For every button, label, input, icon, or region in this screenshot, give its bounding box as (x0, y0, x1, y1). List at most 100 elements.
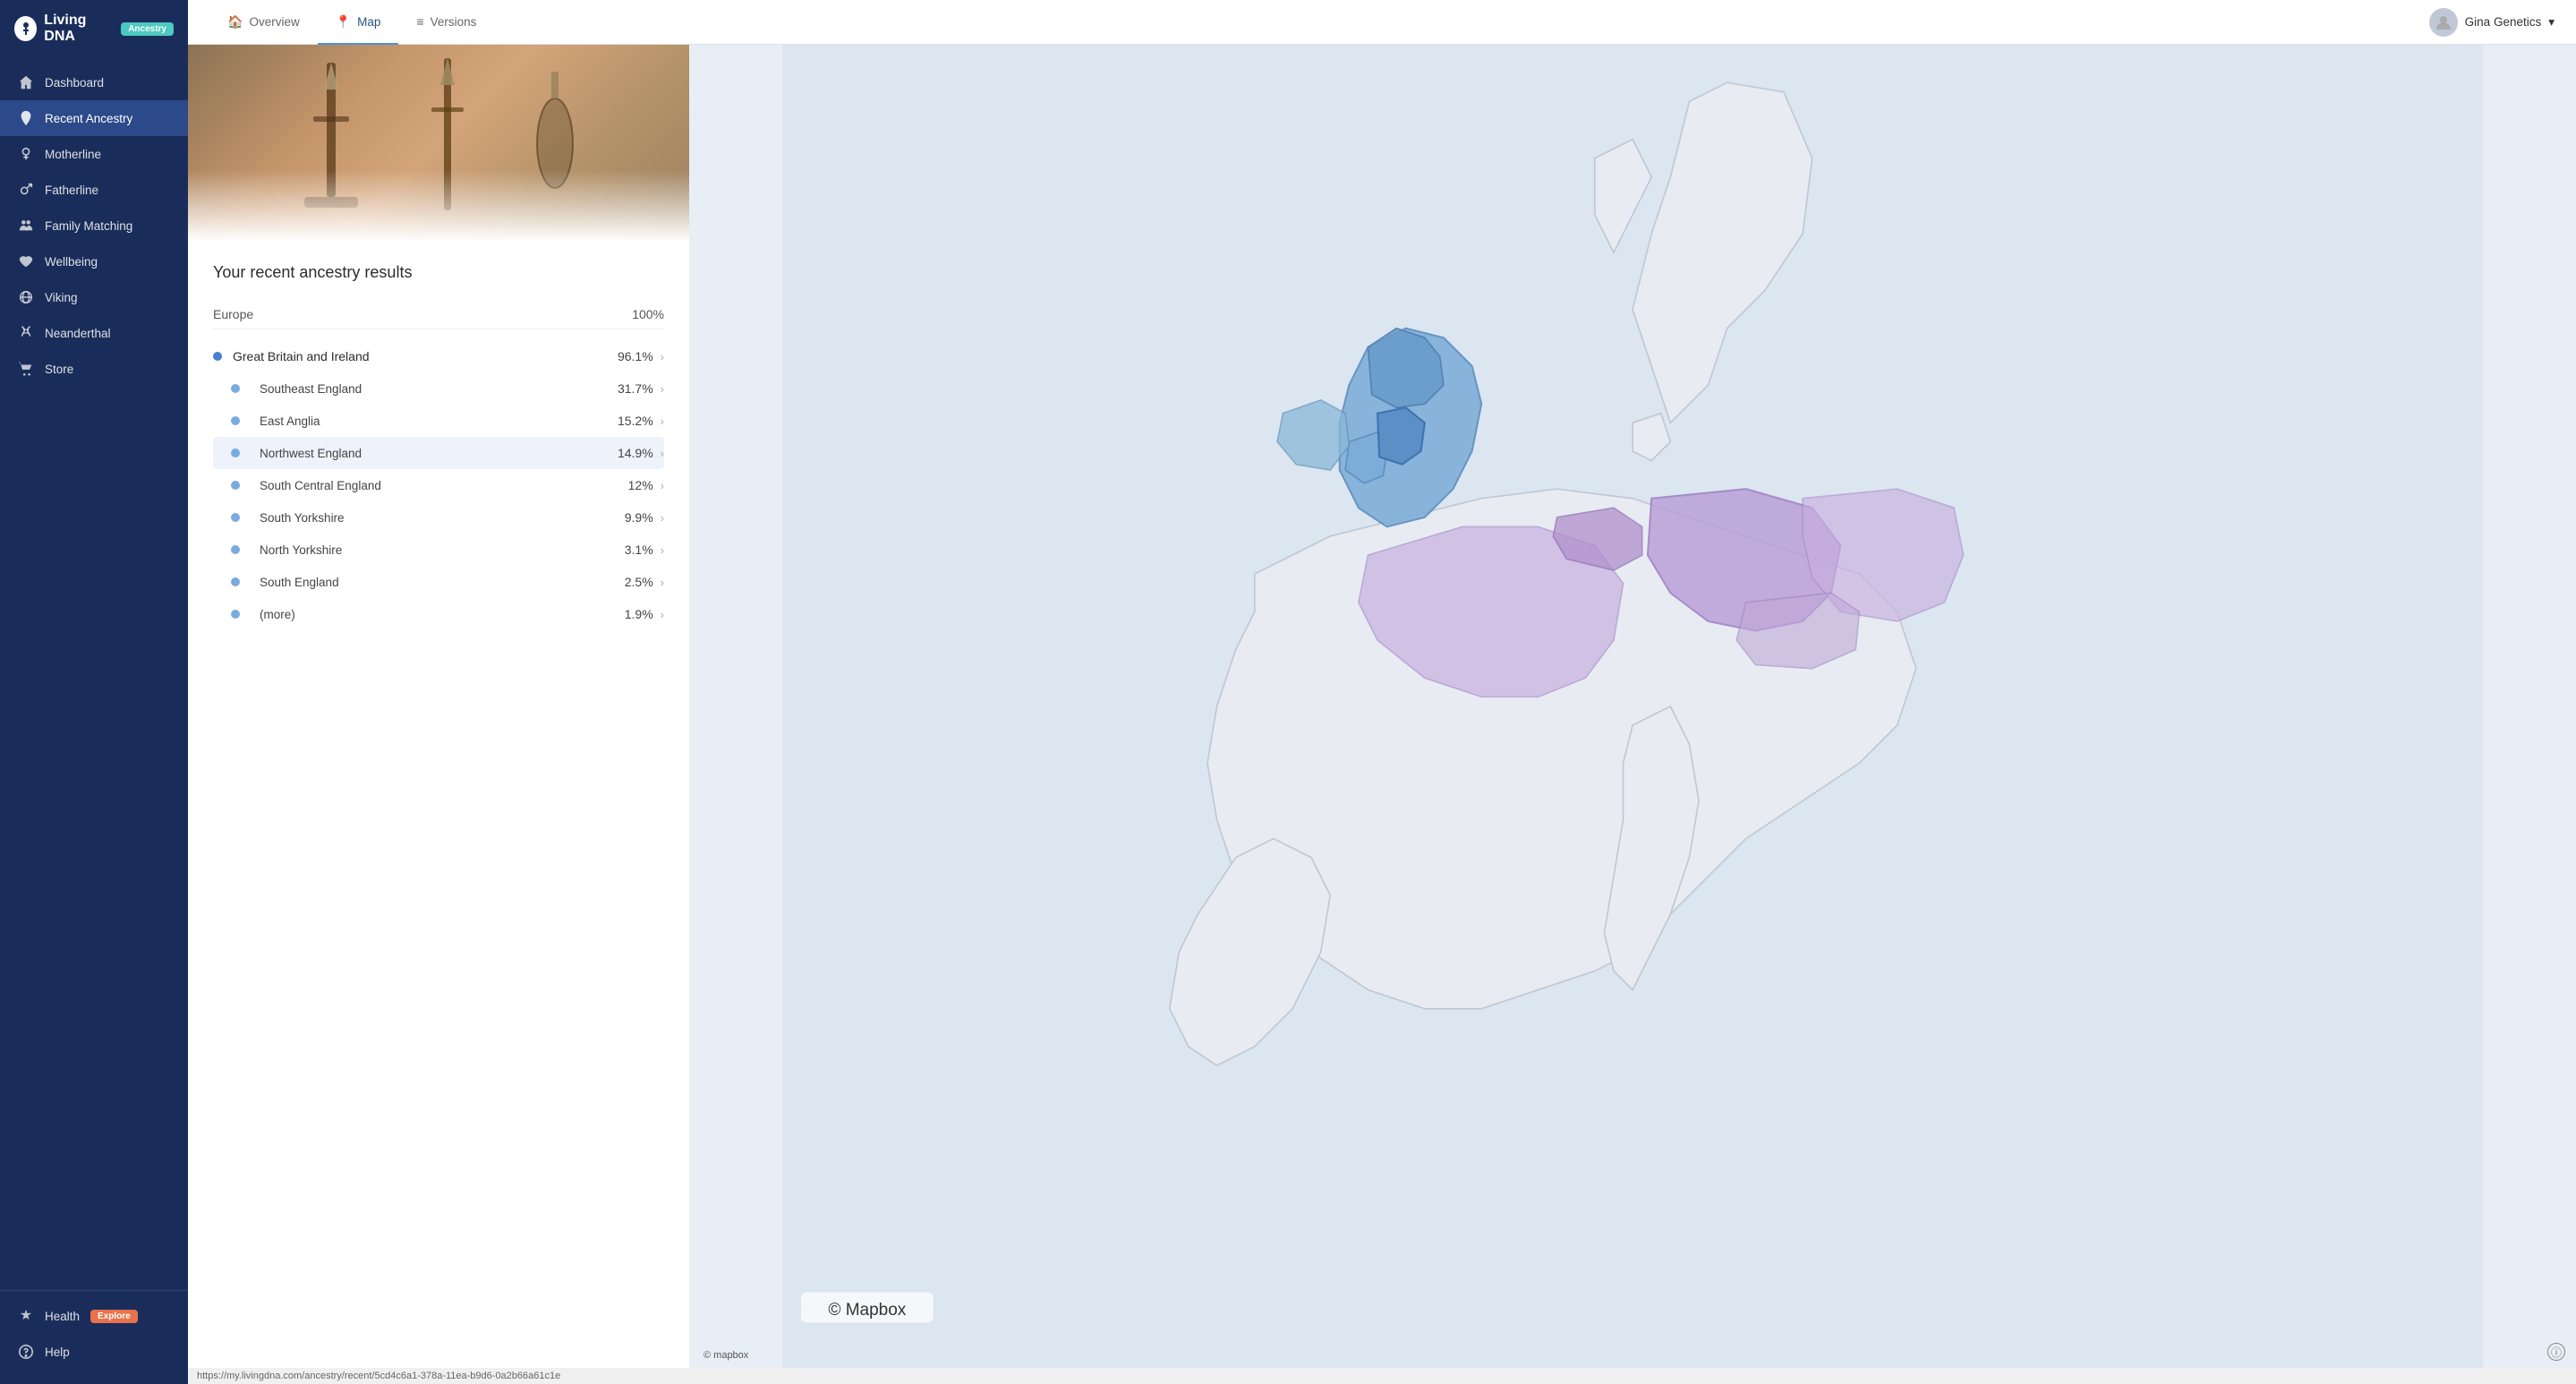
sidebar-item-help[interactable]: Help (0, 1334, 188, 1370)
living-dna-logo-icon (14, 16, 37, 41)
ancestry-sub-pct: 2.5% (625, 575, 653, 589)
sidebar-label-help: Help (45, 1346, 70, 1359)
ancestry-sub-row-right: 2.5% › (625, 575, 664, 589)
ancestry-sub-row-right: 9.9% › (625, 510, 664, 525)
chevron-sub: › (661, 382, 664, 396)
ancestry-sub-row-left: South Central England (213, 479, 381, 492)
ancestry-sub-label: East Anglia (260, 414, 320, 428)
home-icon (18, 74, 34, 90)
sidebar-item-neanderthal[interactable]: Neanderthal (0, 315, 188, 351)
ancestry-sub-dot (231, 513, 240, 522)
ancestry-row[interactable]: South England 2.5% › (213, 566, 664, 598)
sidebar-item-dashboard[interactable]: Dashboard (0, 64, 188, 100)
ancestry-sub-row-left: South England (213, 576, 339, 589)
mapbox-attribution: © mapbox (704, 1350, 748, 1361)
left-panel: Your recent ancestry results Europe 100%… (188, 45, 689, 1368)
sidebar-label-neanderthal: Neanderthal (45, 327, 111, 340)
ancestry-sub-dot (231, 610, 240, 619)
ancestry-row[interactable]: (more) 1.9% › (213, 598, 664, 630)
sidebar-label-fatherline: Fatherline (45, 184, 98, 197)
tab-overview[interactable]: 🏠 Overview (209, 0, 318, 45)
ancestry-sub-dot (231, 416, 240, 425)
chevron-sub: › (661, 543, 664, 557)
sidebar-label-recent-ancestry: Recent Ancestry (45, 112, 132, 125)
ancestry-sub-row-left: (more) (213, 608, 295, 621)
hero-image (188, 45, 689, 242)
ancestry-sub-pct: 3.1% (625, 542, 653, 557)
ancestry-sub-label: North Yorkshire (260, 543, 342, 557)
ancestry-row[interactable]: South Yorkshire 9.9% › (213, 501, 664, 534)
ancestry-sub-items: Southeast England 31.7% › East Anglia 15… (213, 372, 664, 630)
ancestry-sub-row-left: South Yorkshire (213, 511, 345, 525)
sidebar-label-viking: Viking (45, 291, 78, 304)
sidebar-item-store[interactable]: Store (0, 351, 188, 387)
region-percentage: 100% (632, 307, 664, 321)
health-icon (18, 1308, 34, 1324)
ancestry-sub-dot (231, 384, 240, 393)
ancestry-sub-dot (231, 449, 240, 457)
user-chevron: ▾ (2548, 15, 2555, 30)
tab-map[interactable]: 📍 Map (318, 0, 399, 45)
ancestry-row[interactable]: Northwest England 14.9% › (213, 437, 664, 469)
sidebar-item-recent-ancestry[interactable]: Recent Ancestry (0, 100, 188, 136)
sidebar-item-viking[interactable]: Viking (0, 279, 188, 315)
ancestry-sub-pct: 31.7% (618, 381, 653, 396)
ancestry-row[interactable]: North Yorkshire 3.1% › (213, 534, 664, 566)
chevron-sub: › (661, 479, 664, 492)
male-icon (18, 182, 34, 198)
region-header: Europe 100% (213, 300, 664, 329)
ancestry-sub-label: Southeast England (260, 382, 362, 396)
ancestry-sub-label: South Central England (260, 479, 381, 492)
region-label: Europe (213, 307, 253, 321)
ancestry-sub-row-left: North Yorkshire (213, 543, 342, 557)
ancestry-sub-row-right: 1.9% › (625, 607, 664, 621)
ancestry-sub-dot (231, 481, 240, 490)
ancestry-sub-pct: 1.9% (625, 607, 653, 621)
status-bar: https://my.livingdna.com/ancestry/recent… (188, 1368, 2576, 1384)
chevron-sub: › (661, 414, 664, 428)
tab-versions-label: Versions (431, 15, 477, 29)
sidebar-item-health[interactable]: Health Explore (0, 1298, 188, 1334)
sidebar-item-wellbeing[interactable]: Wellbeing (0, 243, 188, 279)
content-area: Your recent ancestry results Europe 100%… (188, 45, 2576, 1368)
dna-icon (18, 325, 34, 341)
ancestry-row-main[interactable]: Great Britain and Ireland 96.1% › (213, 340, 664, 372)
map-tab-icon: 📍 (336, 14, 351, 30)
main-content: 🏠 Overview 📍 Map ≡ Versions Gina Genetic… (188, 0, 2576, 1384)
chevron-sub: › (661, 576, 664, 589)
tab-map-label: Map (357, 15, 380, 29)
sidebar-label-health: Health (45, 1310, 80, 1323)
hero-overlay (188, 170, 689, 242)
versions-tab-icon: ≡ (416, 14, 423, 29)
sidebar-logo[interactable]: Living DNA Ancestry (0, 0, 188, 57)
sidebar: Living DNA Ancestry Dashboard Recent Anc… (0, 0, 188, 1384)
ancestry-row[interactable]: South Central England 12% › (213, 469, 664, 501)
sidebar-item-motherline[interactable]: Motherline (0, 136, 188, 172)
ancestry-sub-row-left: Southeast England (213, 382, 362, 396)
female-icon (18, 146, 34, 162)
ancestry-row[interactable]: East Anglia 15.2% › (213, 405, 664, 437)
map-info-button[interactable]: ⓘ (2547, 1343, 2565, 1361)
ancestry-sub-row-right: 14.9% › (618, 446, 664, 460)
tab-versions[interactable]: ≡ Versions (398, 0, 494, 45)
sidebar-label-dashboard: Dashboard (45, 76, 104, 90)
user-menu[interactable]: Gina Genetics ▾ (2429, 8, 2555, 37)
ancestry-row[interactable]: Southeast England 31.7% › (213, 372, 664, 405)
results-section: Your recent ancestry results Europe 100%… (188, 242, 689, 652)
nav-tabs: 🏠 Overview 📍 Map ≡ Versions (209, 0, 2429, 44)
svg-text:© Mapbox: © Mapbox (828, 1301, 906, 1320)
sidebar-item-family-matching[interactable]: Family Matching (0, 208, 188, 243)
ancestry-sub-row-right: 15.2% › (618, 414, 664, 428)
help-icon (18, 1344, 34, 1360)
ancestry-sub-row-right: 3.1% › (625, 542, 664, 557)
ancestry-label-main: Great Britain and Ireland (233, 349, 370, 363)
chevron-sub: › (661, 447, 664, 460)
ancestry-sub-label: South England (260, 576, 339, 589)
sidebar-item-fatherline[interactable]: Fatherline (0, 172, 188, 208)
chevron-sub: › (661, 608, 664, 621)
ancestry-badge: Ancestry (121, 22, 174, 36)
ancestry-sub-pct: 9.9% (625, 510, 653, 525)
ancestry-sub-pct: 14.9% (618, 446, 653, 460)
sidebar-bottom: Health Explore Help (0, 1290, 188, 1384)
map-area: © Mapbox © mapbox ⓘ (689, 45, 2576, 1368)
